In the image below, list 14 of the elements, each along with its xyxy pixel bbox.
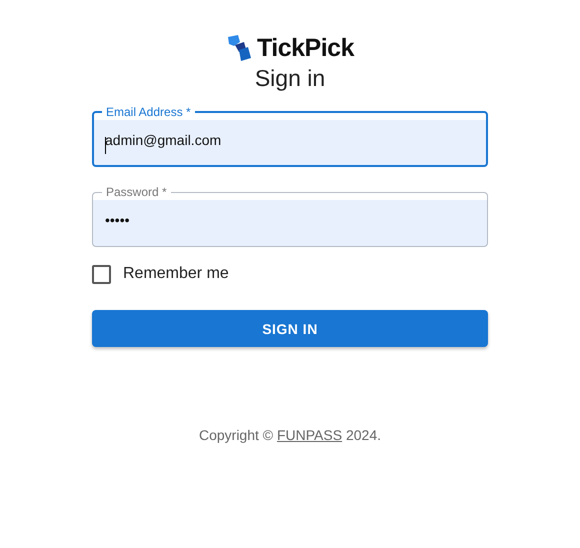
sign-in-button[interactable]: SIGN IN xyxy=(92,310,488,347)
brand-name: TickPick xyxy=(256,34,354,62)
remember-label: Remember me xyxy=(123,265,229,283)
copyright-text: Copyright © FUNPASS 2024. xyxy=(198,427,382,443)
page-title: Sign in xyxy=(254,64,326,93)
logo-icon xyxy=(226,34,254,62)
email-field[interactable]: Email Address * admin@gmail.com xyxy=(92,105,488,167)
email-input[interactable]: admin@gmail.com xyxy=(105,131,465,149)
field-label: Email Address * xyxy=(105,105,192,119)
password-field[interactable]: Password * ••••• xyxy=(92,185,488,247)
field-label: Password * xyxy=(105,185,168,199)
password-input[interactable]: ••••• xyxy=(105,211,465,229)
funpass-link[interactable]: FUNPASS xyxy=(276,427,342,443)
remember-checkbox[interactable] xyxy=(92,264,111,284)
